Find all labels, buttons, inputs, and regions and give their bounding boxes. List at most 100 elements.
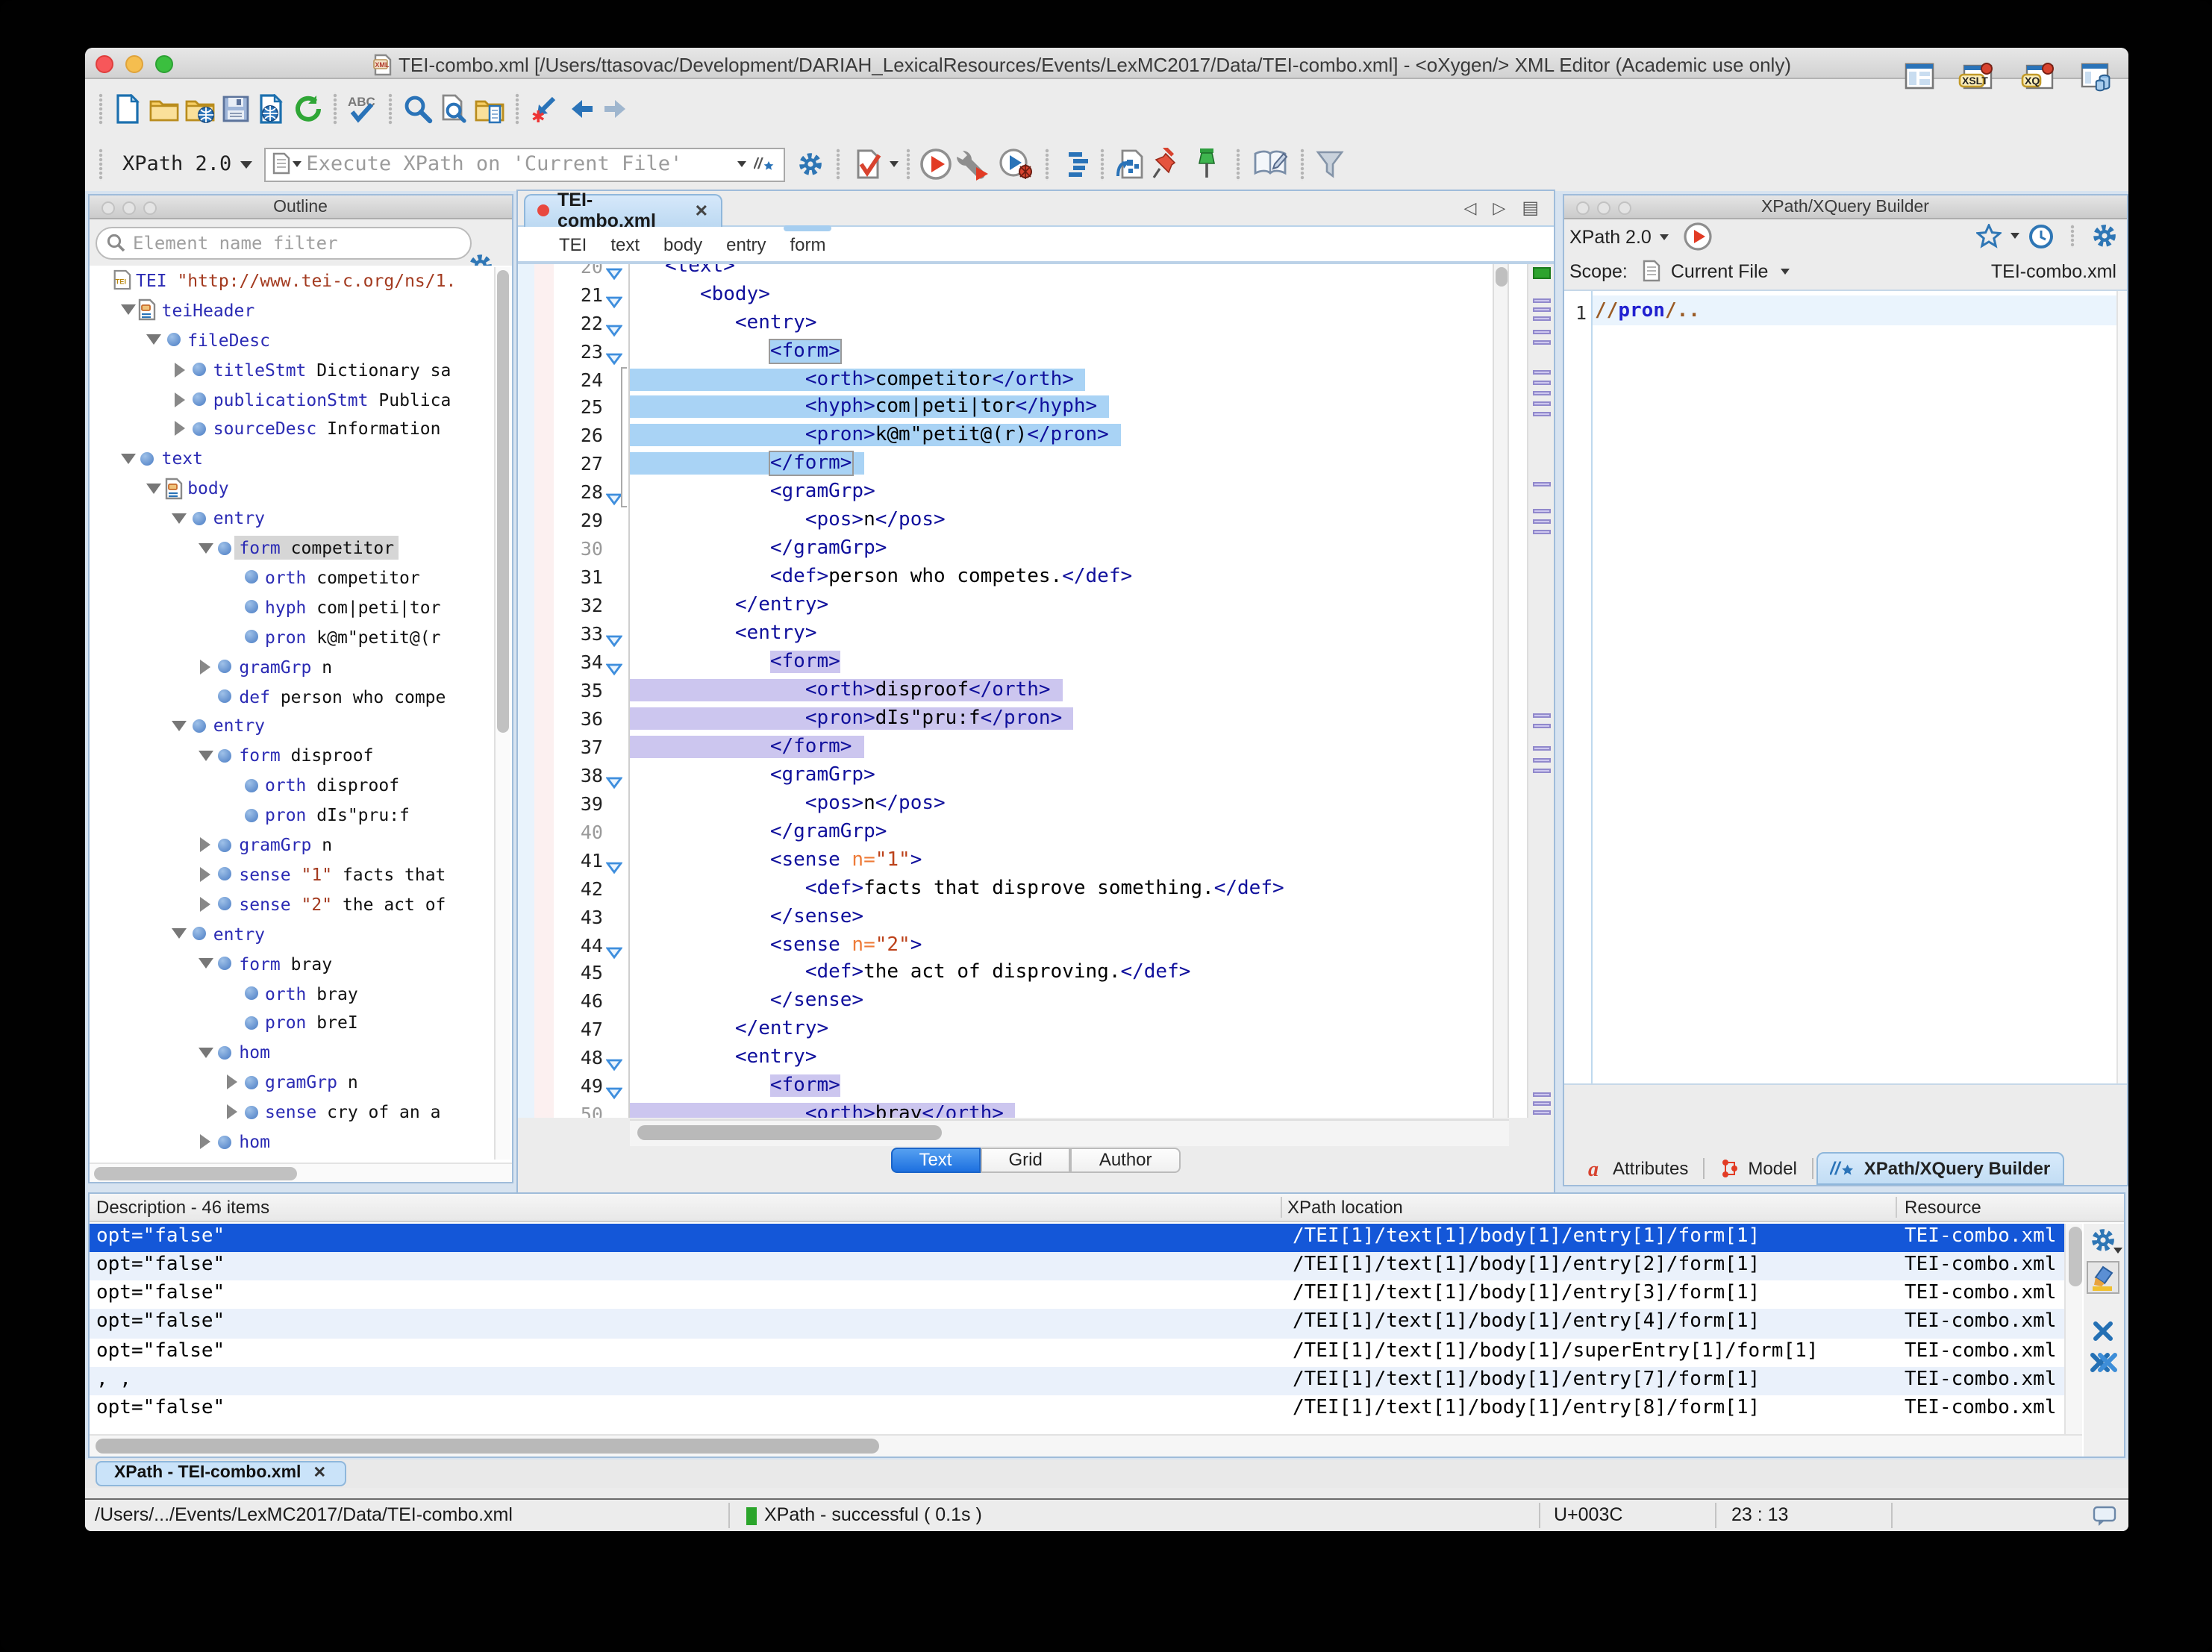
code-editor[interactable]: 20 <text> 21 <body> 22 <entry> 23 <form> 24 … [517, 264, 1554, 1117]
xpath-match-mark[interactable] [1532, 519, 1551, 524]
results-resource-header[interactable]: Resource [1905, 1197, 1981, 1218]
scroll-tabs-right-icon[interactable]: ▷ [1493, 198, 1505, 217]
xpath-match-mark[interactable] [1532, 340, 1551, 345]
xslt-debugger-icon[interactable]: XSLT [1958, 62, 1997, 92]
save-to-url-icon[interactable] [254, 89, 290, 128]
breadcrumb-item-body[interactable]: body [663, 234, 702, 254]
spell-check-icon[interactable]: ABC [345, 89, 381, 128]
xpath-match-mark[interactable] [1532, 745, 1551, 751]
builder-engine-dropdown-icon[interactable] [1660, 234, 1669, 240]
outline-tree-row[interactable]: orth bray [222, 978, 363, 1008]
panel-tab-model[interactable]: Model [1708, 1151, 1808, 1184]
reload-icon[interactable] [290, 89, 325, 128]
find-replace-icon[interactable] [400, 89, 436, 128]
outline-tree-row[interactable]: entry [170, 503, 269, 533]
xpath-match-mark[interactable] [1532, 380, 1551, 385]
outline-tree-row[interactable]: orth competitor [222, 563, 425, 592]
results-horizontal-scrollbar[interactable] [90, 1434, 2082, 1457]
breadcrumb-item-TEI[interactable]: TEI [559, 234, 587, 254]
tree-expand-arrow[interactable] [196, 1047, 215, 1058]
results-description-header[interactable]: Description - 46 items [96, 1197, 269, 1218]
apply-transformation-icon[interactable] [1112, 145, 1148, 184]
highlight-results-icon[interactable] [2086, 1260, 2119, 1293]
tree-expand-arrow[interactable] [119, 304, 138, 316]
outline-tree-row[interactable]: entry [170, 711, 269, 741]
favorites-dropdown-icon[interactable] [2011, 233, 2019, 240]
close-results-tab-icon[interactable]: ✕ [313, 1465, 326, 1483]
xpath-match-mark[interactable] [1532, 1110, 1551, 1115]
breadcrumb-item-entry[interactable]: entry [726, 234, 766, 254]
outline-vertical-scrollbar[interactable] [493, 266, 510, 1159]
xpath-match-mark[interactable] [1532, 757, 1551, 763]
xpath-match-mark[interactable] [1532, 298, 1551, 303]
xquery-debugger-icon[interactable]: XQ [2021, 62, 2057, 92]
editor-horizontal-scrollbar[interactable] [629, 1118, 1508, 1145]
xpath-match-mark[interactable] [1532, 316, 1551, 321]
tree-expand-arrow[interactable] [196, 750, 215, 761]
minimize-window-button[interactable] [125, 54, 143, 72]
result-row[interactable]: opt="false"/TEI[1]/text[1]/body[1]/entry… [90, 1251, 2067, 1281]
configure-transformation-icon[interactable] [954, 145, 996, 184]
outline-tree-row[interactable]: form disproof [196, 741, 378, 771]
outline-tree-row[interactable]: gramGrp n [196, 830, 337, 860]
editor-overview-ruler[interactable] [1526, 264, 1554, 1117]
window-layout-icon[interactable] [1905, 63, 1934, 90]
validate-dropdown-icon[interactable] [890, 161, 899, 167]
pin-red-icon[interactable] [1148, 145, 1184, 184]
tree-expand-arrow[interactable] [222, 1104, 241, 1120]
tab-list-icon[interactable]: ▤ [1522, 197, 1539, 218]
outline-tree-row[interactable]: def person who compe [196, 681, 450, 711]
tree-expand-arrow[interactable] [144, 334, 163, 345]
xpath-match-mark[interactable] [1532, 723, 1551, 728]
element-filter-input[interactable]: Element name filter [96, 226, 472, 259]
xpath-match-mark[interactable] [1532, 401, 1551, 406]
tree-expand-arrow[interactable] [144, 483, 163, 494]
format-indent-icon[interactable] [1057, 145, 1093, 184]
outline-tree-row[interactable]: form competitor [196, 533, 399, 563]
outline-tree-row[interactable]: pron k@m"petit@(r [222, 622, 445, 652]
xpath-execute-combobox[interactable]: Execute XPath on 'Current File' // [264, 147, 786, 181]
outline-tree-row[interactable]: pron breI [222, 1008, 363, 1038]
result-row[interactable]: opt="false"/TEI[1]/text[1]/body[1]/super… [90, 1338, 2067, 1367]
xpath-results-tab[interactable]: XPath - TEI-combo.xml ✕ [95, 1460, 346, 1486]
import-references-icon[interactable]: ✱ [527, 89, 563, 128]
tree-expand-arrow[interactable] [170, 513, 190, 524]
tree-expand-arrow[interactable] [196, 866, 215, 882]
result-row[interactable]: opt="false"/TEI[1]/text[1]/body[1]/entry… [90, 1309, 2067, 1339]
view-button-author[interactable]: Author [1070, 1147, 1181, 1173]
scroll-tabs-left-icon[interactable]: ◁ [1463, 198, 1476, 217]
clear-all-results-icon[interactable] [2087, 1350, 2117, 1377]
tree-expand-arrow[interactable] [170, 421, 190, 437]
xpath-match-mark[interactable] [1532, 411, 1551, 416]
pin-green-icon[interactable] [1184, 145, 1228, 184]
tree-expand-arrow[interactable] [196, 896, 215, 912]
outline-tree-row[interactable]: sense cry of an a [222, 1097, 445, 1127]
outline-panel-header[interactable]: Outline [90, 195, 511, 219]
view-button-grid[interactable]: Grid [980, 1147, 1071, 1173]
outline-tree-row[interactable]: sourceDesc Information [170, 414, 446, 444]
find-resource-icon[interactable] [472, 89, 507, 128]
xpath-match-mark[interactable] [1532, 768, 1551, 773]
database-perspective-icon[interactable] [2081, 62, 2113, 92]
outline-tree-row[interactable]: pron dIs"pru:f [222, 800, 414, 830]
settings-gear-icon[interactable] [793, 145, 828, 184]
xpath-match-mark[interactable] [1532, 1101, 1551, 1106]
tree-expand-arrow[interactable] [170, 720, 190, 731]
clear-result-icon[interactable] [2090, 1318, 2114, 1345]
result-row[interactable]: opt="false"/TEI[1]/text[1]/body[1]/entry… [90, 1223, 2067, 1252]
run-transformation-icon[interactable] [918, 145, 954, 184]
xpath-match-mark[interactable] [1532, 529, 1551, 534]
xpath-favorites-icon[interactable]: // [754, 151, 778, 178]
documentation-book-icon[interactable] [1248, 145, 1293, 184]
xpath-match-mark[interactable] [1532, 508, 1551, 513]
xpath-version-label[interactable]: XPath 2.0 [122, 152, 231, 176]
tree-expand-arrow[interactable] [119, 453, 138, 464]
result-row[interactable]: opt="false"/TEI[1]/text[1]/body[1]/entry… [90, 1280, 2067, 1310]
new-document-icon[interactable] [110, 89, 146, 128]
xpath-query-editor[interactable]: 1 //pron/.. [1563, 289, 2127, 1084]
tree-expand-arrow[interactable] [196, 958, 215, 969]
editor-tab[interactable]: TEI-combo.xml ✕ [523, 190, 722, 232]
outline-tree-row[interactable]: body [144, 474, 233, 504]
combo-history-dropdown-icon[interactable] [737, 161, 747, 167]
outline-tree-row[interactable]: TEI TEI "http://www.tei-c.org/ns/1. [93, 266, 460, 295]
